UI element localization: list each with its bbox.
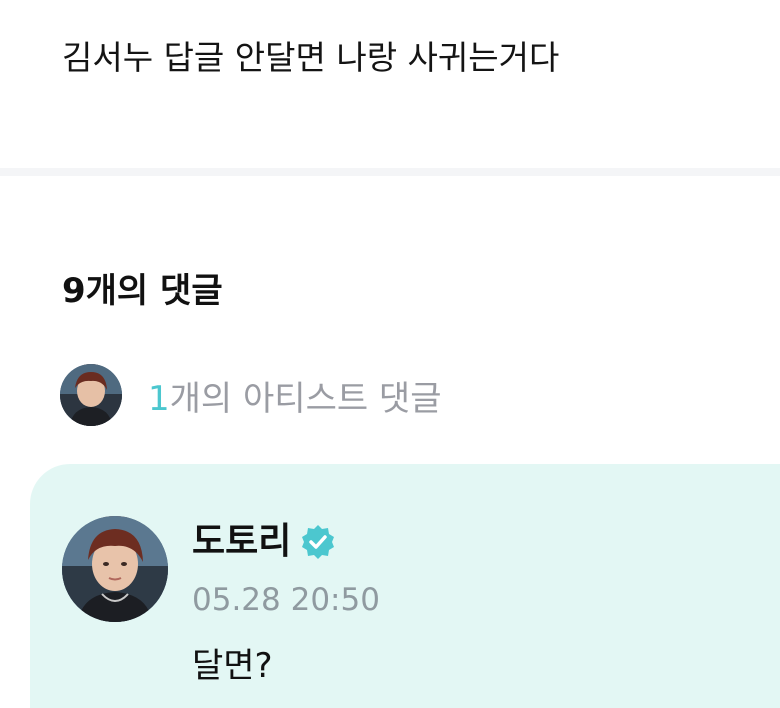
comment-body-text: 달면? xyxy=(192,646,273,686)
post-page: 김서누 답글 안달면 나랑 사귀는거다 9개의 댓글 1개의 아티스트 댓글 도… xyxy=(0,0,780,708)
artist-comments-text: 개의 아티스트 댓글 xyxy=(169,378,442,419)
comment-author: 도토리 xyxy=(192,520,337,564)
comments-count-heading: 9개의 댓글 xyxy=(62,271,223,311)
verified-badge-icon xyxy=(299,523,337,561)
post-body-text: 김서누 답글 안달면 나랑 사귀는거다 xyxy=(62,38,560,77)
artist-avatar xyxy=(60,364,122,426)
comment-timestamp: 05.28 20:50 xyxy=(192,582,380,618)
comment-author-avatar[interactable] xyxy=(62,516,168,622)
artist-comments-label: 1개의 아티스트 댓글 xyxy=(148,371,442,420)
artist-comments-filter[interactable]: 1개의 아티스트 댓글 xyxy=(60,364,442,426)
artist-comment-card[interactable]: 도토리 05.28 20:50 달면? xyxy=(30,464,780,708)
comment-author-name[interactable]: 도토리 xyxy=(192,520,291,564)
section-divider xyxy=(0,168,780,176)
artist-comments-count: 1 xyxy=(148,378,170,419)
